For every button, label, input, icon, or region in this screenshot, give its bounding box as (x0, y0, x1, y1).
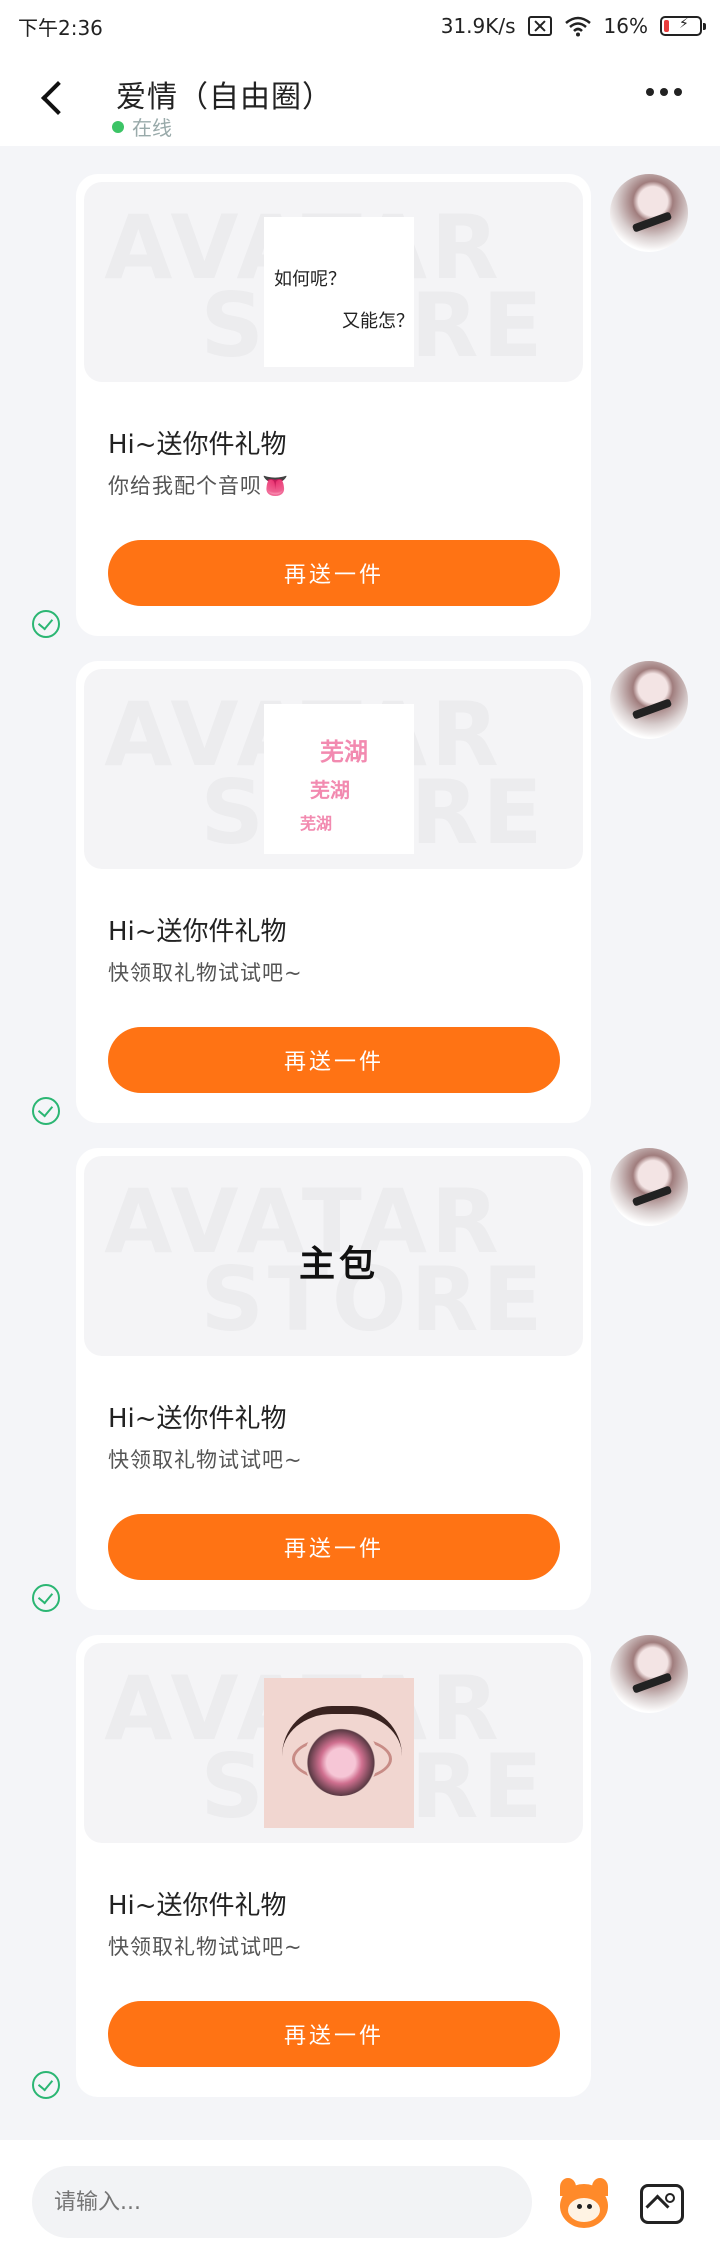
status-bar: 下午2:36 31.9K/s 16% ⚡ (0, 0, 720, 52)
wifi-icon (564, 16, 591, 37)
gift-title: Hi~送你件礼物 (108, 1891, 287, 1921)
gift-card[interactable]: AVATAR STORE 主包 Hi~送你件礼物 快领取礼物试试吧~ 再送一件 (76, 1148, 591, 1610)
gift-image[interactable]: 芜湖 芜湖 芜湖 (264, 704, 414, 854)
dot (646, 88, 654, 96)
battery-fill (664, 20, 669, 32)
message-input[interactable] (32, 2166, 532, 2238)
avatar[interactable] (610, 1635, 688, 1713)
read-check-icon (32, 610, 60, 638)
battery-icon: ⚡ (660, 16, 706, 36)
gift-image-text: 芜湖 (310, 778, 350, 802)
send-another-button[interactable]: 再送一件 (108, 1514, 560, 1580)
mascot-emoji-button[interactable] (556, 2176, 612, 2232)
gift-image[interactable]: 如何呢？ 又能怎？ (264, 217, 414, 367)
mascot-eye (577, 2204, 582, 2209)
gift-image[interactable] (264, 1678, 414, 1828)
read-check-icon (32, 1584, 60, 1612)
send-another-button[interactable]: 再送一件 (108, 1027, 560, 1093)
avatar[interactable] (610, 661, 688, 739)
charging-bolt-icon: ⚡ (679, 16, 689, 32)
gift-image-text: 又能怎？ (342, 311, 414, 332)
presence-label: 在线 (132, 116, 172, 140)
gift-title: Hi~送你件礼物 (108, 1404, 287, 1434)
network-speed: 31.9K/s (440, 14, 516, 38)
send-another-button[interactable]: 再送一件 (108, 540, 560, 606)
dot (674, 88, 682, 96)
more-button[interactable] (646, 88, 682, 96)
avatar[interactable] (610, 1148, 688, 1226)
gift-subtitle: 你给我配个音呗👅 (108, 474, 290, 498)
online-dot-icon (112, 120, 124, 133)
gift-message: AVATAR STORE 芜湖 芜湖 芜湖 Hi~送你件礼物 快领取礼物试试吧~… (0, 661, 720, 1131)
gift-subtitle: 快领取礼物试试吧~ (108, 961, 303, 985)
gift-card[interactable]: AVATAR STORE Hi~送你件礼物 快领取礼物试试吧~ 再送一件 (76, 1635, 591, 2097)
read-check-icon (32, 2071, 60, 2099)
eye-lash (282, 1706, 402, 1756)
gift-message: AVATAR STORE 主包 Hi~送你件礼物 快领取礼物试试吧~ 再送一件 (0, 1148, 720, 1618)
chat-title: 爱情（自由圈） (116, 80, 333, 115)
chat-header: 爱情（自由圈） 在线 (0, 52, 720, 146)
gift-message: AVATAR STORE Hi~送你件礼物 快领取礼物试试吧~ 再送一件 (0, 1635, 720, 2105)
gift-preview: AVATAR STORE 如何呢？ 又能怎？ (84, 182, 583, 382)
status-time: 下午2:36 (18, 15, 103, 40)
dot (660, 88, 668, 96)
avatar[interactable] (610, 174, 688, 252)
gift-card[interactable]: AVATAR STORE 芜湖 芜湖 芜湖 Hi~送你件礼物 快领取礼物试试吧~… (76, 661, 591, 1123)
gift-preview: AVATAR STORE (84, 1643, 583, 1843)
gift-preview: AVATAR STORE 主包 (84, 1156, 583, 1356)
gift-image-text: 芜湖 (300, 814, 333, 833)
gift-title: Hi~送你件礼物 (108, 430, 287, 460)
read-check-icon (32, 1097, 60, 1125)
status-indicators: 31.9K/s 16% ⚡ (440, 14, 706, 38)
gift-subtitle: 快领取礼物试试吧~ (108, 1935, 303, 1959)
image-picker-button[interactable] (640, 2184, 684, 2224)
gift-message: AVATAR STORE 如何呢？ 又能怎？ Hi~送你件礼物 你给我配个音呗👅… (0, 174, 720, 644)
gift-image-text: 如何呢？ (274, 269, 346, 290)
battery-percent: 16% (603, 14, 648, 38)
send-another-button[interactable]: 再送一件 (108, 2001, 560, 2067)
gift-subtitle: 快领取礼物试试吧~ (108, 1448, 303, 1472)
input-bar (0, 2140, 720, 2262)
gift-image-text: 主包 (298, 1244, 379, 1285)
gift-card[interactable]: AVATAR STORE 如何呢？ 又能怎？ Hi~送你件礼物 你给我配个音呗👅… (76, 174, 591, 636)
back-button[interactable] (36, 78, 76, 118)
gift-image-text: 芜湖 (320, 738, 368, 766)
gift-title: Hi~送你件礼物 (108, 917, 287, 947)
presence-status: 在线 (112, 112, 172, 141)
no-sim-icon (527, 16, 552, 36)
mascot-face (568, 2198, 600, 2222)
gift-preview: AVATAR STORE 芜湖 芜湖 芜湖 (84, 669, 583, 869)
gift-image[interactable]: 主包 (264, 1191, 414, 1341)
mascot-eye (587, 2204, 592, 2209)
